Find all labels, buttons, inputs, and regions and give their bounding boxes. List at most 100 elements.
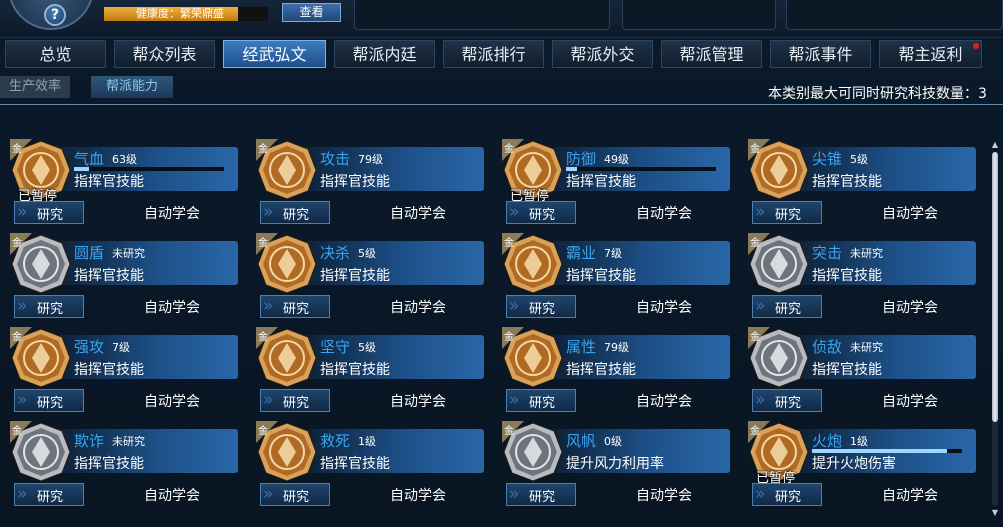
- tab-member-list[interactable]: 帮众列表: [114, 40, 215, 68]
- grade-label: 金: [12, 144, 22, 155]
- auto-learn-label: 自动学会: [144, 206, 200, 222]
- skill-description: 指挥官技能: [812, 174, 882, 190]
- research-label: 研究: [37, 396, 64, 411]
- tab-management[interactable]: 帮派管理: [661, 40, 762, 68]
- skill-description: 指挥官技能: [566, 174, 636, 190]
- research-button[interactable]: » 研究: [506, 201, 576, 224]
- research-button[interactable]: » 研究: [260, 389, 330, 412]
- research-button[interactable]: » 研究: [506, 389, 576, 412]
- skill-name: 霸业: [566, 244, 597, 262]
- research-button[interactable]: » 研究: [506, 483, 576, 506]
- skill-card[interactable]: 攻击 79级 指挥官技能 金 » 研究 自动学会: [250, 135, 496, 229]
- grade-label: 金: [12, 426, 22, 437]
- grade-label: 金: [258, 332, 268, 343]
- research-button[interactable]: » 研究: [752, 201, 822, 224]
- research-button[interactable]: » 研究: [14, 389, 84, 412]
- skill-card[interactable]: 侦敌 未研究 指挥官技能 金 » 研究 自动学会: [742, 323, 988, 417]
- skill-card[interactable]: 坚守 5级 指挥官技能 金 » 研究 自动学会: [250, 323, 496, 417]
- research-button[interactable]: » 研究: [506, 295, 576, 318]
- skill-level: 7级: [112, 341, 130, 354]
- view-button[interactable]: 查看: [282, 3, 341, 22]
- research-arrow-icon: »: [755, 484, 766, 504]
- skill-info-panel: 强攻 7级 指挥官技能: [58, 335, 238, 379]
- skill-emblem[interactable]: 金: [502, 327, 564, 389]
- main-tabs: 总览 帮众列表 经武弘文 帮派内廷 帮派排行 帮派外交 帮派管理 帮派事件 帮主…: [0, 40, 1003, 70]
- skill-emblem[interactable]: 金 已暂停: [502, 139, 564, 204]
- skill-emblem[interactable]: 金: [256, 139, 318, 201]
- research-label: 研究: [775, 396, 802, 411]
- research-button[interactable]: » 研究: [752, 295, 822, 318]
- skill-card[interactable]: 决杀 5级 指挥官技能 金 » 研究 自动学会: [250, 229, 496, 323]
- subtab-production[interactable]: 生产效率: [0, 76, 70, 98]
- skill-emblem[interactable]: 金: [748, 139, 810, 201]
- research-button[interactable]: » 研究: [260, 483, 330, 506]
- scroll-down-icon[interactable]: ▼: [991, 508, 999, 518]
- help-icon[interactable]: ?: [44, 4, 66, 26]
- skill-name: 决杀: [320, 244, 351, 262]
- tab-overview[interactable]: 总览: [5, 40, 106, 68]
- skill-emblem[interactable]: 金: [502, 233, 564, 295]
- research-arrow-icon: »: [17, 296, 28, 316]
- skill-card[interactable]: 风帆 0级 提升风力利用率 金 » 研究 自动学会: [496, 417, 742, 511]
- skill-emblem[interactable]: 金 已暂停: [748, 421, 810, 486]
- skill-card[interactable]: 火炮 1级 提升火炮伤害 金 已暂停 » 研究 自动学会: [742, 417, 988, 511]
- skill-name: 火炮: [812, 432, 843, 450]
- tab-rebate[interactable]: 帮主返利: [879, 40, 982, 68]
- research-label: 研究: [283, 208, 310, 223]
- skill-level: 未研究: [850, 341, 883, 354]
- research-button[interactable]: » 研究: [752, 483, 822, 506]
- grade-label: 金: [750, 332, 760, 343]
- grade-label: 金: [750, 426, 760, 437]
- research-button[interactable]: » 研究: [14, 295, 84, 318]
- skill-card[interactable]: 属性 79级 指挥官技能 金 » 研究 自动学会: [496, 323, 742, 417]
- skill-emblem[interactable]: 金 已暂停: [10, 139, 72, 204]
- skill-emblem[interactable]: 金: [256, 421, 318, 483]
- grade-label: 金: [12, 332, 22, 343]
- research-button[interactable]: » 研究: [260, 201, 330, 224]
- skill-emblem[interactable]: 金: [256, 233, 318, 295]
- skill-card[interactable]: 欺诈 未研究 指挥官技能 金 » 研究 自动学会: [4, 417, 250, 511]
- grade-label: 金: [12, 238, 22, 249]
- skill-card[interactable]: 救死 1级 指挥官技能 金 » 研究 自动学会: [250, 417, 496, 511]
- skill-emblem[interactable]: 金: [502, 421, 564, 483]
- auto-learn-label: 自动学会: [636, 394, 692, 410]
- skill-card[interactable]: 圆盾 未研究 指挥官技能 金 » 研究 自动学会: [4, 229, 250, 323]
- research-capacity-text: 本类别最大可同时研究科技数量：3: [768, 86, 987, 102]
- tab-inner-court[interactable]: 帮派内廷: [334, 40, 435, 68]
- research-arrow-icon: »: [263, 484, 274, 504]
- research-button[interactable]: » 研究: [260, 295, 330, 318]
- skill-emblem[interactable]: 金: [10, 233, 72, 295]
- skill-card[interactable]: 霸业 7级 指挥官技能 金 » 研究 自动学会: [496, 229, 742, 323]
- scrollbar[interactable]: ▲ ▼: [990, 140, 1000, 518]
- skill-name: 坚守: [320, 338, 351, 356]
- skill-card[interactable]: 尖锥 5级 指挥官技能 金 » 研究 自动学会: [742, 135, 988, 229]
- research-button[interactable]: » 研究: [14, 201, 84, 224]
- skill-emblem[interactable]: 金: [748, 327, 810, 389]
- research-button[interactable]: » 研究: [14, 483, 84, 506]
- skill-emblem[interactable]: 金: [748, 233, 810, 295]
- grade-label: 金: [504, 426, 514, 437]
- skill-description: 指挥官技能: [74, 268, 144, 284]
- scroll-thumb[interactable]: [992, 152, 998, 422]
- skill-card[interactable]: 气血 63级 指挥官技能 金 已暂停 » 研究 自动学会: [4, 135, 250, 229]
- skill-emblem[interactable]: 金: [10, 421, 72, 483]
- tab-events[interactable]: 帮派事件: [770, 40, 871, 68]
- tab-ranking[interactable]: 帮派排行: [443, 40, 544, 68]
- sub-tab-bar: 生产效率 帮派能力 本类别最大可同时研究科技数量：3: [0, 73, 1003, 105]
- scroll-track[interactable]: [992, 152, 998, 506]
- subtab-ability[interactable]: 帮派能力: [91, 76, 173, 98]
- skill-name: 突击: [812, 244, 843, 262]
- skill-card[interactable]: 防御 49级 指挥官技能 金 已暂停 » 研究 自动学会: [496, 135, 742, 229]
- research-button[interactable]: » 研究: [752, 389, 822, 412]
- tab-martial-literary[interactable]: 经武弘文: [223, 40, 326, 68]
- skill-card[interactable]: 突击 未研究 指挥官技能 金 » 研究 自动学会: [742, 229, 988, 323]
- skill-name: 圆盾: [74, 244, 105, 262]
- scroll-up-icon[interactable]: ▲: [991, 140, 999, 150]
- skill-emblem[interactable]: 金: [10, 327, 72, 389]
- skill-card[interactable]: 强攻 7级 指挥官技能 金 » 研究 自动学会: [4, 323, 250, 417]
- tab-diplomacy[interactable]: 帮派外交: [552, 40, 653, 68]
- skill-grid: 气血 63级 指挥官技能 金 已暂停 » 研究 自动学会 攻击 79级 指挥官技…: [0, 135, 990, 527]
- skill-level: 79级: [358, 153, 383, 166]
- auto-learn-label: 自动学会: [390, 394, 446, 410]
- skill-emblem[interactable]: 金: [256, 327, 318, 389]
